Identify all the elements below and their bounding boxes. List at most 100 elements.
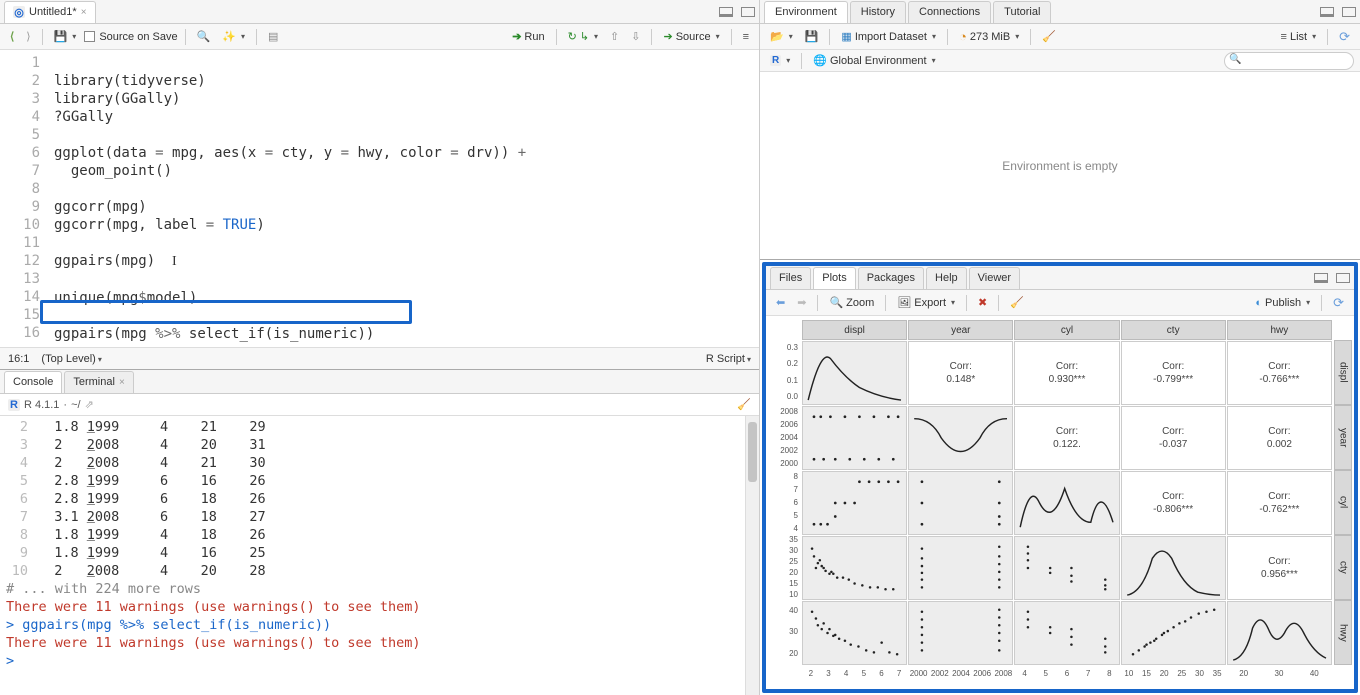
code-body[interactable]: library(tidyverse) library(GGally) ?GGal… — [48, 50, 759, 347]
source-on-save-label: Source on Save — [99, 31, 177, 43]
clear-env-icon[interactable] — [1038, 28, 1060, 45]
env-empty-message: Environment is empty — [760, 72, 1360, 259]
find-icon[interactable] — [193, 28, 215, 45]
source-button[interactable]: Source — [659, 28, 723, 45]
working-dir: ~/ — [71, 399, 80, 411]
source-tabbar: ◎ Untitled1* × — [0, 0, 759, 24]
scatter-hwy-displ — [802, 601, 907, 665]
tab-environment[interactable]: Environment — [764, 1, 848, 23]
view-mode-list[interactable]: List — [1277, 29, 1321, 45]
nav-forward-icon[interactable] — [22, 28, 34, 45]
language-selector[interactable]: R Script — [706, 353, 751, 365]
minimize-pane-icon[interactable] — [1314, 273, 1328, 283]
console-scrollbar[interactable] — [745, 416, 759, 695]
code-editor[interactable]: 12345678910111213141516 library(tidyvers… — [0, 50, 759, 347]
scatter-cyl-year — [908, 471, 1013, 535]
minimize-pane-icon[interactable] — [719, 7, 733, 17]
env-scope-bar: R 🌐 Global Environment — [760, 50, 1360, 72]
scatter-hwy-cty — [1121, 601, 1226, 665]
truncation-note: # ... with 224 more rows — [6, 581, 201, 597]
refresh-plot-icon[interactable] — [1329, 293, 1348, 313]
scatter-cty-displ — [802, 536, 907, 600]
density-hwy — [1227, 601, 1332, 665]
plots-toolbar: ⬅ ➡ Zoom Export Publish — [766, 290, 1354, 316]
source-tab-untitled[interactable]: ◎ Untitled1* × — [4, 1, 96, 23]
r-file-icon: ◎ — [13, 6, 25, 18]
outline-icon[interactable] — [739, 29, 753, 45]
rerun-button[interactable]: ↳ — [564, 28, 602, 45]
tab-help[interactable]: Help — [926, 267, 967, 289]
line-gutter: 12345678910111213141516 — [0, 50, 48, 347]
wd-popout-icon[interactable]: ⇗ — [85, 398, 94, 411]
memory-usage[interactable]: 273 MiB — [955, 27, 1023, 46]
tab-viewer[interactable]: Viewer — [969, 267, 1020, 289]
env-toolbar: Import Dataset 273 MiB List — [760, 24, 1360, 50]
plot-prev-icon[interactable]: ⬅ — [772, 294, 789, 311]
last-command: > ggpairs(mpg %>% select_if(is_numeric)) — [6, 617, 331, 633]
maximize-pane-icon[interactable] — [1342, 7, 1356, 17]
scatter-hwy-cyl — [1014, 601, 1119, 665]
plot-next-icon[interactable]: ➡ — [793, 294, 810, 311]
r-logo-icon: R — [8, 399, 20, 411]
tab-console[interactable]: Console — [4, 371, 62, 393]
plot-canvas: 0.30.20.10.0 20082006200420022000 87654 … — [766, 316, 1354, 689]
prompt[interactable]: > — [6, 653, 22, 669]
nav-back-icon[interactable] — [6, 28, 18, 45]
close-icon[interactable]: × — [119, 377, 125, 388]
minimize-pane-icon[interactable] — [1320, 7, 1334, 17]
go-prev-section-icon[interactable] — [606, 28, 623, 45]
tab-packages[interactable]: Packages — [858, 267, 924, 289]
y-axis-ticks: 0.30.20.10.0 20082006200420022000 87654 … — [766, 340, 800, 665]
save-button[interactable] — [50, 28, 81, 45]
env-scope[interactable]: 🌐 Global Environment — [809, 52, 939, 69]
source-tab-label: Untitled1* — [29, 6, 77, 18]
env-tabbar: Environment History Connections Tutorial — [760, 0, 1360, 24]
maximize-pane-icon[interactable] — [1336, 273, 1350, 283]
source-on-save-checkbox[interactable] — [84, 31, 95, 42]
maximize-pane-icon[interactable] — [741, 7, 755, 17]
source-statusbar: 16:1 (Top Level) R Script — [0, 347, 759, 369]
density-cyl — [1014, 471, 1119, 535]
console-output[interactable]: 2 1.8 1999 4 21 29 3 2 2008 4 20 31 4 2 … — [0, 416, 759, 695]
go-next-section-icon[interactable] — [627, 28, 644, 45]
tab-tutorial[interactable]: Tutorial — [993, 1, 1051, 23]
import-dataset-button[interactable]: Import Dataset — [837, 28, 940, 45]
warning-2: There were 11 warnings (use warnings() t… — [6, 635, 421, 651]
tab-connections[interactable]: Connections — [908, 1, 991, 23]
run-button[interactable]: Run — [508, 28, 548, 45]
export-button[interactable]: Export — [893, 294, 959, 311]
console-header: R R 4.1.1 · ~/ ⇗ — [0, 394, 759, 416]
compile-report-icon[interactable] — [264, 28, 282, 45]
tab-terminal[interactable]: Terminal× — [64, 371, 133, 393]
env-search-input[interactable] — [1224, 52, 1354, 70]
plots-tabbar: Files Plots Packages Help Viewer — [766, 266, 1354, 290]
language-scope[interactable]: R — [766, 53, 794, 68]
publish-button[interactable]: Publish — [1251, 295, 1314, 311]
density-year — [908, 406, 1013, 470]
row-strip-labels: displ year cyl cty hwy — [1334, 340, 1352, 665]
load-workspace-icon[interactable] — [766, 28, 797, 45]
clear-plots-icon[interactable] — [1006, 294, 1028, 311]
clear-console-icon[interactable] — [737, 398, 751, 411]
r-version: R 4.1.1 — [24, 399, 59, 411]
scatter-year-displ — [802, 406, 907, 470]
close-icon[interactable]: × — [81, 7, 87, 18]
scatter-cyl-displ — [802, 471, 907, 535]
save-workspace-icon[interactable] — [801, 28, 823, 45]
zoom-button[interactable]: Zoom — [825, 294, 878, 311]
scatter-cty-year — [908, 536, 1013, 600]
ggpairs-matrix: displ year cyl cty hwy Corr:0.148* Corr:… — [802, 320, 1332, 665]
scatter-cty-cyl — [1014, 536, 1119, 600]
tab-files[interactable]: Files — [770, 267, 811, 289]
scope-selector[interactable]: (Top Level) — [41, 353, 101, 365]
scatter-hwy-year — [908, 601, 1013, 665]
code-tools-icon[interactable] — [218, 28, 249, 45]
tab-history[interactable]: History — [850, 1, 906, 23]
density-displ — [802, 341, 907, 405]
cursor-position: 16:1 — [8, 353, 29, 365]
tab-plots[interactable]: Plots — [813, 267, 855, 289]
refresh-env-icon[interactable] — [1335, 27, 1354, 47]
remove-plot-icon[interactable] — [974, 294, 991, 311]
console-tabbar: Console Terminal× — [0, 370, 759, 394]
x-axis-ticks: 234567 20002002200420062008 45678 101520… — [802, 667, 1332, 687]
